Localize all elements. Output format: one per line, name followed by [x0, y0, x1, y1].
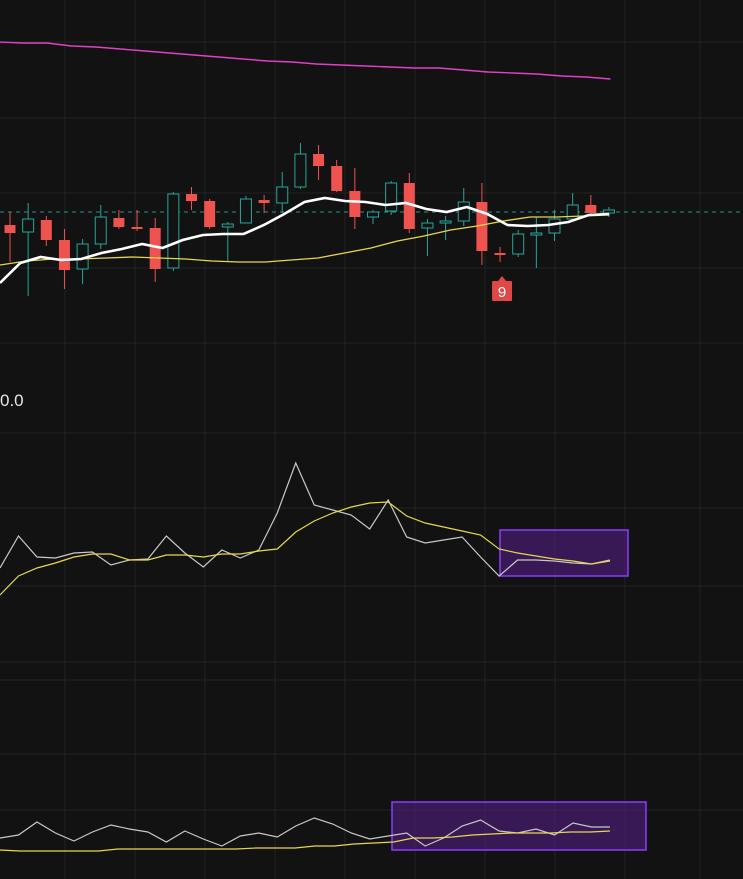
candle-body-up [385, 182, 398, 212]
candle-body-up [22, 218, 35, 233]
candle-body-up [276, 186, 289, 204]
candle-body-up [167, 193, 180, 269]
signal-badge-label: 9 [498, 284, 506, 301]
candle-body-up [421, 222, 434, 229]
candle-body-down [258, 200, 270, 203]
candle-body-down [131, 227, 143, 229]
candle-body-down [186, 194, 197, 201]
candle-body-up [239, 198, 252, 224]
candle-body-up [439, 220, 452, 224]
candle-body-down [494, 253, 506, 255]
candle-body-down [585, 205, 597, 213]
candle-body-down [113, 218, 125, 227]
candle-body-down [476, 202, 488, 251]
candle-body-down [204, 201, 216, 227]
candle-body-down [4, 225, 16, 233]
candle-body-up [530, 232, 543, 236]
candle-body-up [512, 233, 525, 255]
candle-body-down [331, 166, 343, 191]
candle-body-up [367, 211, 379, 218]
candle-body-down [313, 154, 325, 166]
chart-background [0, 0, 743, 879]
candle-body-up [221, 223, 234, 228]
candle-body-down [349, 191, 361, 217]
indicator-2-highlight-box [391, 801, 647, 851]
zero-level-label: 0.0 [0, 391, 24, 410]
candle-body-up [294, 153, 307, 188]
candle-body-up [548, 218, 561, 234]
candle-body-down [40, 220, 52, 240]
candle-body-up [457, 201, 470, 222]
trading-chart[interactable]: 9 0.0 [0, 0, 743, 879]
candle-body-up [94, 216, 107, 245]
candle-body-up [602, 209, 615, 214]
candle-body-down [58, 240, 70, 270]
